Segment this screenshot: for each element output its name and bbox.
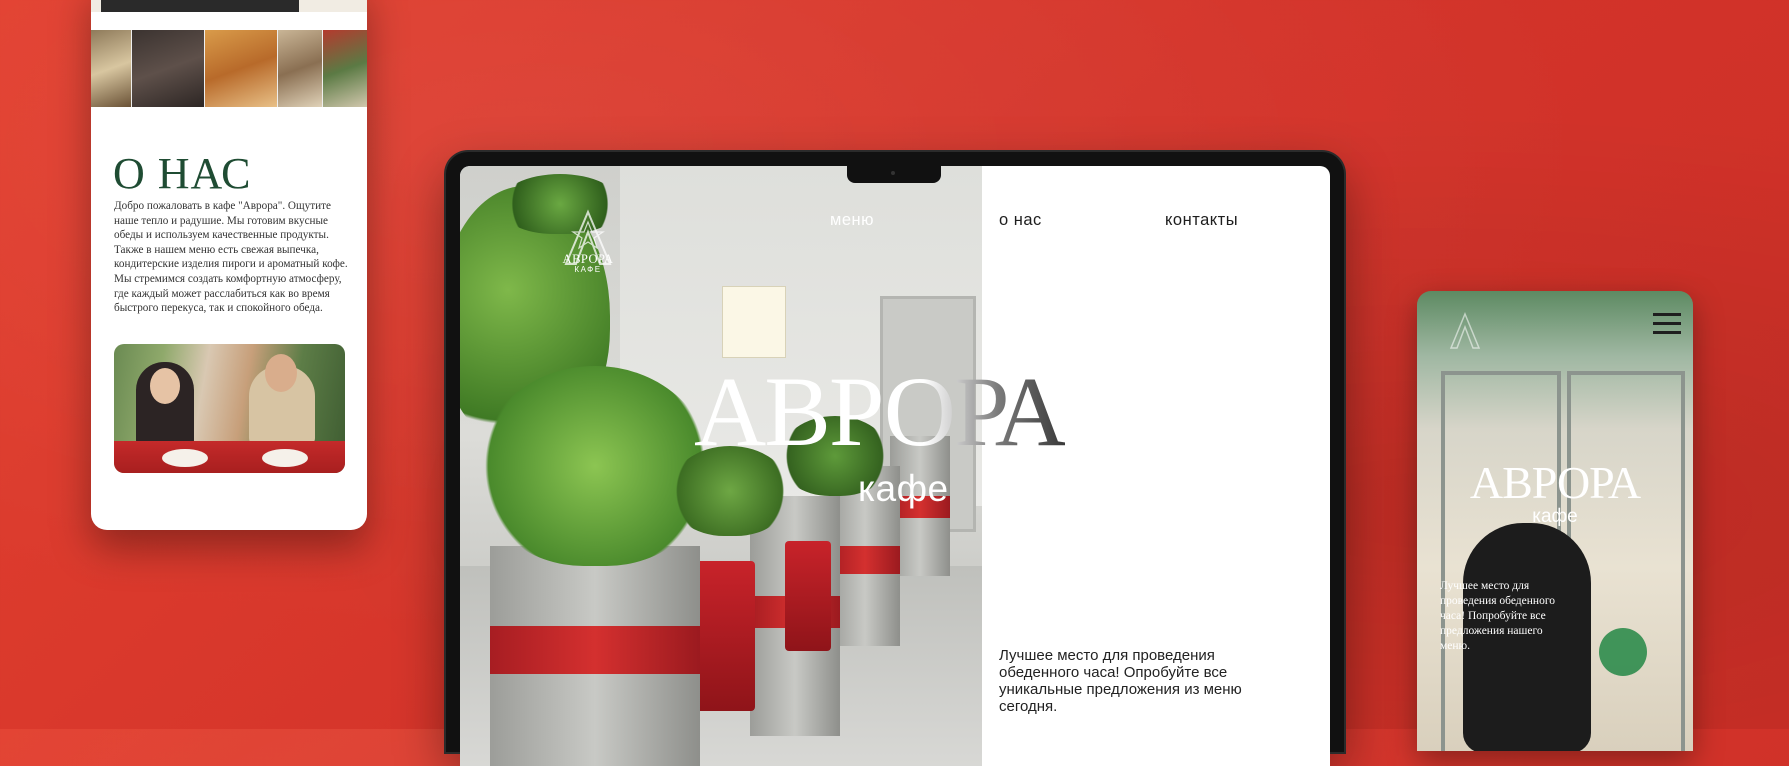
about-phone-mockup: О НАС Добро пожаловать в кафе "Аврора". … [91,0,367,530]
camera-notch [847,166,941,183]
logo-subtitle: КАФЕ [574,265,602,274]
photo-collage [91,30,367,107]
mobile-phone-mockup: АВРОРА кафе Лучшее место для проведения … [1417,291,1693,751]
hero-subtitle: кафе [858,468,949,509]
mobile-hero-title: АВРОРА [1469,457,1641,508]
staff-photo [114,344,345,473]
nav-menu-link[interactable]: меню [830,211,874,230]
laptop-mockup: АВРОРА КАФЕ меню о нас контакты АВРОРА к… [446,152,1344,766]
about-paragraph-2: Мы стремимся создать комфортную атмосфер… [114,272,342,315]
green-sign [1599,628,1647,676]
about-title: О НАС [113,149,252,198]
about-paragraph-1: Добро пожаловать в кафе "Аврора". Ощутит… [114,200,348,271]
hero-title: АВРОРА [694,356,1067,467]
nav-about-link[interactable]: о нас [999,211,1042,230]
hamburger-menu-icon[interactable] [1653,313,1681,335]
nav-contacts-link[interactable]: контакты [1165,211,1238,230]
mobile-hero-tagline: Лучшее место для проведения обеденного ч… [1440,580,1555,652]
top-image-strip [91,0,367,12]
mobile-hero-subtitle: кафе [1532,506,1578,527]
aurora-logo-icon[interactable] [1439,311,1491,351]
about-text: Добро пожаловать в кафе "Аврора". Ощутит… [114,199,350,316]
hero-tagline: Лучшее место для проведения обеденного ч… [999,647,1242,715]
laptop-screen: АВРОРА КАФЕ меню о нас контакты АВРОРА к… [460,166,1330,766]
